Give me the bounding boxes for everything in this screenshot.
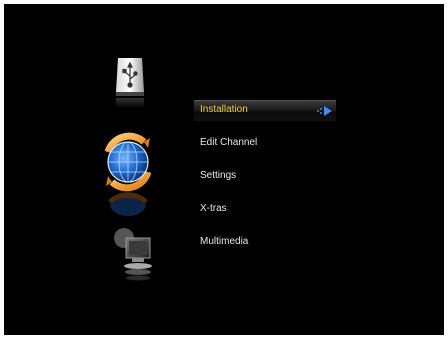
menu-item-edit-channel[interactable]: Edit Channel	[194, 133, 344, 153]
icon-column	[94, 4, 174, 335]
menu-item-installation[interactable]: Installation	[194, 100, 344, 120]
menu-item-settings[interactable]: Settings	[194, 166, 344, 186]
usb-drive-icon	[110, 56, 150, 110]
tv-screen: Installation Edit Channel Settings X-tra…	[4, 4, 444, 335]
globe-sync-icon	[100, 132, 156, 222]
multimedia-monitor-icon	[112, 226, 156, 286]
menu-item-multimedia[interactable]: Multimedia	[194, 232, 344, 252]
menu-item-xtras[interactable]: X-tras	[194, 199, 344, 219]
